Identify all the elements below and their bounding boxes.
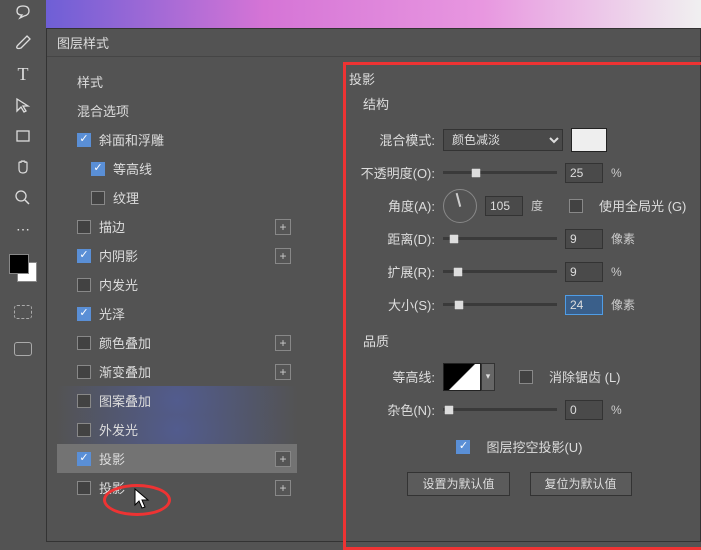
inner-shadow-row[interactable]: 内阴影+: [57, 241, 297, 270]
contour-swatch[interactable]: [443, 363, 481, 391]
size-input[interactable]: [565, 295, 603, 315]
reset-default-button[interactable]: 复位为默认值: [530, 472, 632, 496]
spread-input[interactable]: [565, 262, 603, 282]
pattern-overlay-row[interactable]: 图案叠加: [57, 386, 297, 415]
angle-label: 角度(A):: [349, 196, 435, 215]
bevel-emboss-row[interactable]: 斜面和浮雕: [57, 125, 297, 154]
texture-row[interactable]: 纹理: [57, 183, 297, 212]
angle-row: 角度(A): 度 使用全局光 (G): [349, 189, 690, 222]
spread-row: 扩展(R): %: [349, 255, 690, 288]
antialias-label: 消除锯齿 (L): [549, 367, 621, 386]
opacity-label: 不透明度(O):: [349, 163, 435, 182]
noise-label: 杂色(N):: [349, 400, 435, 419]
window-background-gradient: [46, 0, 701, 28]
noise-input[interactable]: [565, 400, 603, 420]
satin-row[interactable]: 光泽: [57, 299, 297, 328]
opacity-input[interactable]: [565, 163, 603, 183]
global-light-label: 使用全局光 (G): [599, 196, 686, 215]
spread-slider[interactable]: [443, 265, 557, 279]
color-overlay-checkbox[interactable]: [77, 336, 91, 350]
brush-tool-icon[interactable]: [13, 33, 33, 53]
dialog-title: 图层样式: [57, 33, 109, 52]
contour-dropdown-icon[interactable]: ▾: [481, 363, 495, 391]
inner-shadow-add-button[interactable]: +: [275, 248, 291, 264]
size-label: 大小(S):: [349, 295, 435, 314]
drop-shadow-row-selected[interactable]: 投影+: [57, 444, 297, 473]
drop-shadow-checkbox[interactable]: [77, 452, 91, 466]
angle-dial[interactable]: [443, 189, 477, 223]
opacity-slider[interactable]: [443, 166, 557, 180]
noise-slider[interactable]: [443, 403, 557, 417]
size-slider[interactable]: [443, 298, 557, 312]
inner-glow-row[interactable]: 内发光: [57, 270, 297, 299]
drop-shadow-settings-panel: 投影 结构 混合模式: 颜色减淡 不透明度(O): % 角度(A): 度 使用全…: [303, 57, 700, 541]
quickmask-icon[interactable]: [14, 305, 32, 319]
lasso-tool-icon[interactable]: [13, 2, 33, 22]
type-tool-icon[interactable]: T: [13, 64, 33, 84]
layer-style-dialog: 图层样式 样式 混合选项 斜面和浮雕 等高线 纹理 描边+ 内阴影+ 内发光 光…: [46, 28, 701, 542]
knockout-label: 图层挖空投影(U): [486, 437, 582, 456]
gradient-overlay-checkbox[interactable]: [77, 365, 91, 379]
opacity-row: 不透明度(O): %: [349, 156, 690, 189]
noise-row: 杂色(N): %: [349, 393, 690, 426]
styles-list-panel: 样式 混合选项 斜面和浮雕 等高线 纹理 描边+ 内阴影+ 内发光 光泽 颜色叠…: [47, 57, 303, 541]
drop-shadow2-add-button[interactable]: +: [275, 480, 291, 496]
contour-row: 等高线: ▾ 消除锯齿 (L): [349, 360, 690, 393]
spread-label: 扩展(R):: [349, 262, 435, 281]
color-overlay-add-button[interactable]: +: [275, 335, 291, 351]
drop-shadow-add-button[interactable]: +: [275, 451, 291, 467]
drop-shadow2-checkbox[interactable]: [77, 481, 91, 495]
foreground-background-swatch[interactable]: [9, 254, 37, 282]
outer-glow-row[interactable]: 外发光: [57, 415, 297, 444]
drop-shadow-row-2[interactable]: 投影+: [57, 473, 297, 502]
gradient-overlay-row[interactable]: 渐变叠加+: [57, 357, 297, 386]
stroke-row[interactable]: 描边+: [57, 212, 297, 241]
hand-tool-icon[interactable]: [13, 157, 33, 177]
gradient-overlay-add-button[interactable]: +: [275, 364, 291, 380]
angle-input[interactable]: [485, 196, 523, 216]
screenmode-icon[interactable]: [14, 342, 32, 356]
bevel-checkbox[interactable]: [77, 133, 91, 147]
path-select-tool-icon[interactable]: [13, 95, 33, 115]
more-tools-icon[interactable]: ⋯: [13, 219, 33, 239]
color-overlay-row[interactable]: 颜色叠加+: [57, 328, 297, 357]
size-row: 大小(S): 像素: [349, 288, 690, 321]
stroke-add-button[interactable]: +: [275, 219, 291, 235]
antialias-checkbox[interactable]: [519, 370, 533, 384]
rectangle-tool-icon[interactable]: [13, 126, 33, 146]
blend-mode-row: 混合模式: 颜色减淡: [349, 123, 690, 156]
distance-input[interactable]: [565, 229, 603, 249]
inner-glow-checkbox[interactable]: [77, 278, 91, 292]
blend-options-row[interactable]: 混合选项: [57, 96, 297, 125]
satin-checkbox[interactable]: [77, 307, 91, 321]
tool-sidebar: T ⋯: [0, 0, 46, 542]
quality-label: 品质: [363, 331, 690, 350]
distance-row: 距离(D): 像素: [349, 222, 690, 255]
contour-checkbox[interactable]: [91, 162, 105, 176]
structure-label: 结构: [363, 94, 690, 113]
global-light-checkbox[interactable]: [569, 199, 583, 213]
shadow-color-swatch[interactable]: [571, 128, 607, 152]
make-default-button[interactable]: 设置为默认值: [407, 472, 509, 496]
distance-slider[interactable]: [443, 232, 557, 246]
defaults-row: 设置为默认值 复位为默认值: [349, 467, 690, 500]
dialog-titlebar: 图层样式: [47, 29, 700, 57]
section-title: 投影: [349, 69, 690, 88]
inner-shadow-checkbox[interactable]: [77, 249, 91, 263]
foreground-color-swatch[interactable]: [9, 254, 29, 274]
distance-label: 距离(D):: [349, 229, 435, 248]
blend-mode-label: 混合模式:: [349, 130, 435, 149]
styles-header[interactable]: 样式: [57, 67, 297, 96]
zoom-tool-icon[interactable]: [13, 188, 33, 208]
knockout-checkbox[interactable]: [456, 440, 470, 454]
contour-label: 等高线:: [349, 367, 435, 386]
blend-mode-select[interactable]: 颜色减淡: [443, 129, 563, 151]
outer-glow-checkbox[interactable]: [77, 423, 91, 437]
stroke-checkbox[interactable]: [77, 220, 91, 234]
contour-row[interactable]: 等高线: [57, 154, 297, 183]
knockout-row: 图层挖空投影(U): [349, 430, 690, 463]
pattern-overlay-checkbox[interactable]: [77, 394, 91, 408]
texture-checkbox[interactable]: [91, 191, 105, 205]
